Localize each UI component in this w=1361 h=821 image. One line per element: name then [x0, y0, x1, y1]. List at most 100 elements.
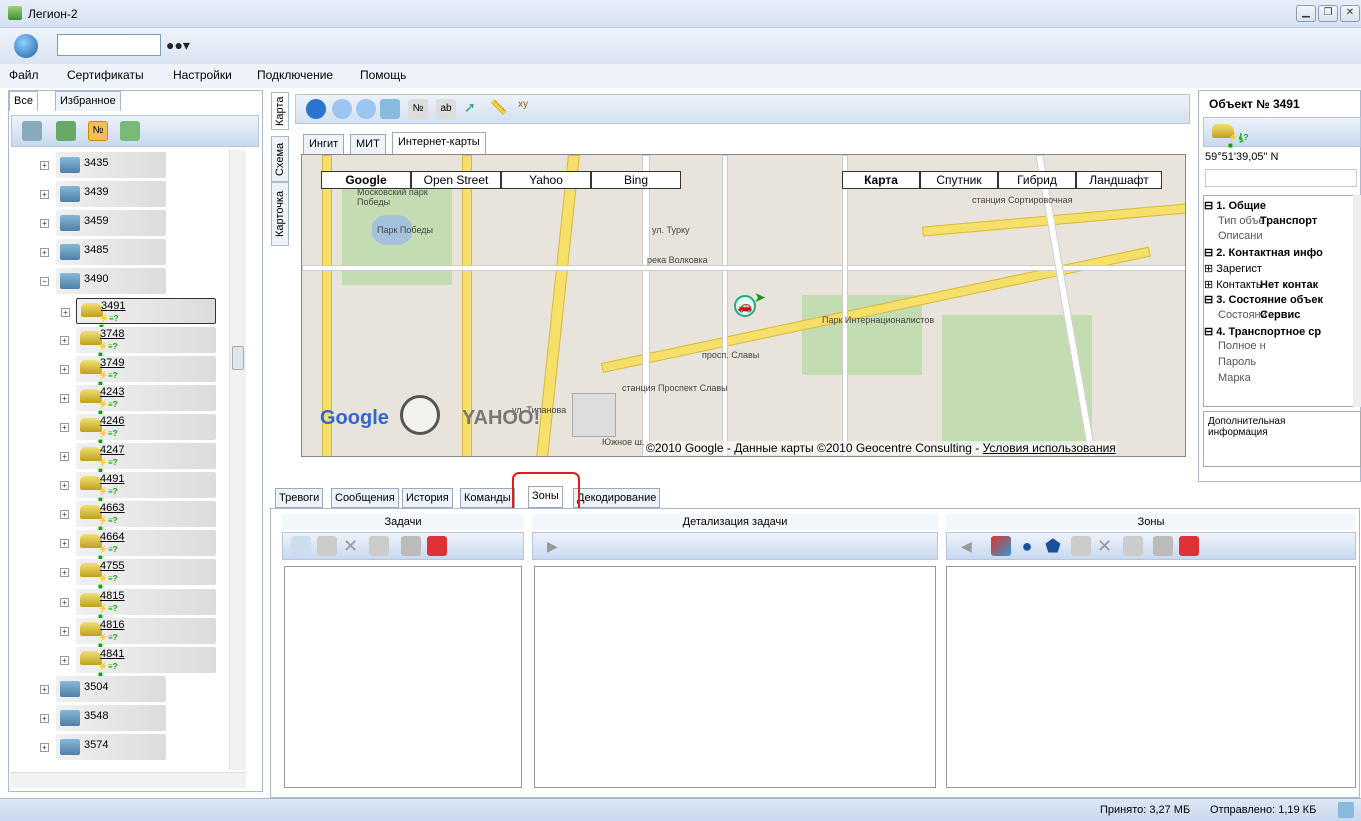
task-list-icon[interactable]	[291, 536, 311, 556]
property-row[interactable]: Тип объеТранспорт	[1204, 215, 1354, 230]
expander-icon[interactable]: +	[60, 539, 69, 549]
provider-yahoo[interactable]: Yahoo	[501, 171, 591, 189]
scroll-thumb[interactable]	[232, 346, 244, 370]
property-row[interactable]: ⊟ 1. Общие	[1204, 199, 1354, 214]
tab-all[interactable]: Все	[9, 91, 38, 111]
task-details-list[interactable]	[534, 566, 936, 788]
properties-icon[interactable]	[317, 536, 337, 556]
send-icon[interactable]	[401, 536, 421, 556]
ruler-icon[interactable]: 📏	[490, 99, 510, 119]
zone-send-icon[interactable]	[1153, 536, 1173, 556]
tree-item[interactable]: +3439	[40, 181, 166, 208]
map-type-map[interactable]: Карта	[842, 171, 920, 189]
expand-icon[interactable]	[56, 121, 76, 141]
vehicle-marker-icon[interactable]: 🚗	[734, 295, 756, 317]
delete-icon[interactable]: ✕	[343, 536, 363, 556]
expander-icon[interactable]: +	[61, 307, 70, 317]
tree-item[interactable]: − 3490	[40, 268, 166, 295]
expander-icon[interactable]: +	[40, 161, 49, 170]
tree-scrollbar[interactable]	[229, 150, 246, 770]
close-button[interactable]: ✕	[1340, 5, 1360, 22]
tab-favorites[interactable]: Избранное	[55, 91, 121, 111]
tree-item[interactable]: +3485	[40, 239, 166, 266]
globe-icon[interactable]	[14, 34, 38, 58]
expander-icon[interactable]: +	[40, 190, 49, 200]
binoculars-icon[interactable]: ●●▾	[166, 37, 190, 54]
property-row[interactable]: Полное н	[1204, 340, 1354, 355]
property-row[interactable]: Пароль	[1204, 356, 1354, 371]
expander-icon[interactable]: +	[60, 481, 69, 491]
expander-icon[interactable]: +	[60, 335, 69, 345]
provider-openstreet[interactable]: Open Street	[411, 171, 501, 189]
menu-certificates[interactable]: Сертификаты	[67, 68, 144, 82]
tree-item[interactable]: +3548	[40, 704, 166, 731]
tasks-list[interactable]	[284, 566, 522, 788]
tree-item[interactable]: + ⚡≡?■ 4664	[60, 530, 216, 562]
search-input[interactable]	[57, 34, 161, 56]
tree-item[interactable]: + ⚡≡?■ 4243	[60, 384, 216, 416]
map-type-satellite[interactable]: Спутник	[920, 171, 998, 189]
property-row[interactable]: ⊞ КонтактьНет контак	[1204, 278, 1354, 293]
collapse-all-icon[interactable]	[22, 121, 42, 141]
provider-google[interactable]: Google	[321, 171, 411, 189]
tab-ingit[interactable]: Ингит	[303, 134, 345, 154]
refresh-icon[interactable]	[306, 99, 326, 119]
tree-item[interactable]: + ⚡≡?■ 3748	[60, 326, 216, 358]
tab-commands[interactable]: Команды	[460, 488, 515, 508]
expander-icon[interactable]: +	[40, 713, 49, 723]
tree-item[interactable]: + ⚡≡?■ 4816	[60, 617, 216, 649]
export-icon[interactable]	[120, 121, 140, 141]
tree-item[interactable]: +3504	[40, 675, 166, 702]
tab-history[interactable]: История	[402, 488, 453, 508]
property-row[interactable]: ⊟ 4. Транспортное ср	[1204, 325, 1354, 340]
menu-connection[interactable]: Подключение	[257, 68, 333, 82]
property-row[interactable]: Описани	[1204, 230, 1354, 245]
tree-item[interactable]: +⚡≡?■3491	[61, 297, 216, 330]
expander-icon[interactable]: +	[60, 364, 69, 374]
clear-icon[interactable]	[369, 536, 389, 556]
property-row[interactable]: ⊞ Зарегист	[1204, 262, 1354, 277]
expander-icon[interactable]: +	[60, 597, 69, 607]
tab-decoding[interactable]: Декодирование	[573, 488, 661, 508]
zones-list[interactable]	[946, 566, 1356, 788]
menu-file[interactable]: Файл	[9, 68, 39, 82]
arrow-icon[interactable]: ➚	[464, 99, 484, 119]
number-label-icon[interactable]: №	[408, 99, 428, 119]
expander-icon[interactable]: +	[60, 393, 69, 403]
zone-clear-icon[interactable]	[1123, 536, 1143, 556]
tree-hscrollbar[interactable]	[10, 772, 246, 788]
tree-item[interactable]: + ⚡≡?■ 3749	[60, 355, 216, 387]
tab-mit[interactable]: МИТ	[350, 134, 386, 154]
layers-icon[interactable]	[991, 536, 1011, 556]
expander-icon[interactable]: +	[60, 568, 69, 578]
zone-properties-icon[interactable]	[1071, 536, 1091, 556]
tree-item[interactable]: + ⚡≡?■ 4663	[60, 501, 216, 533]
provider-bing[interactable]: Bing	[591, 171, 681, 189]
expander-icon[interactable]: +	[60, 452, 69, 461]
tree-item[interactable]: + ⚡≡?■ 4491	[60, 472, 216, 504]
tree-item[interactable]: + ⚡≡?■ 4247	[60, 443, 216, 475]
play-icon[interactable]: ▶	[547, 538, 558, 555]
tree-item[interactable]: +3435	[40, 152, 166, 178]
expander-icon[interactable]: +	[40, 219, 49, 229]
expander-icon[interactable]: +	[40, 743, 49, 752]
tree-item[interactable]: + ⚡≡?■ 4841	[60, 646, 216, 678]
tree-item[interactable]: + ⚡≡?■ 4246	[60, 413, 216, 445]
map-view[interactable]: Московский парк Победы Парк Победы ул. Т…	[301, 154, 1186, 457]
expander-icon[interactable]: +	[60, 626, 69, 636]
property-row[interactable]: ⊟ 3. Состояние объек	[1204, 293, 1354, 308]
tree-item[interactable]: +3574	[40, 734, 166, 760]
expander-icon[interactable]: +	[60, 655, 69, 665]
export-red-icon[interactable]	[427, 536, 447, 556]
tab-card[interactable]: Карточка	[271, 182, 289, 246]
property-row[interactable]: Марка	[1204, 372, 1354, 387]
back-icon[interactable]: ◀	[961, 538, 972, 555]
map-type-terrain[interactable]: Ландшафт	[1076, 171, 1162, 189]
menu-settings[interactable]: Настройки	[173, 68, 232, 82]
number-sort-icon[interactable]: №	[88, 121, 108, 141]
tree-item[interactable]: +3459	[40, 210, 166, 237]
restore-button[interactable]: ❐	[1318, 5, 1338, 22]
props-scrollbar[interactable]	[1353, 195, 1361, 407]
zone-delete-icon[interactable]: ✕	[1097, 536, 1117, 556]
text-label-icon[interactable]: ab	[436, 99, 456, 119]
